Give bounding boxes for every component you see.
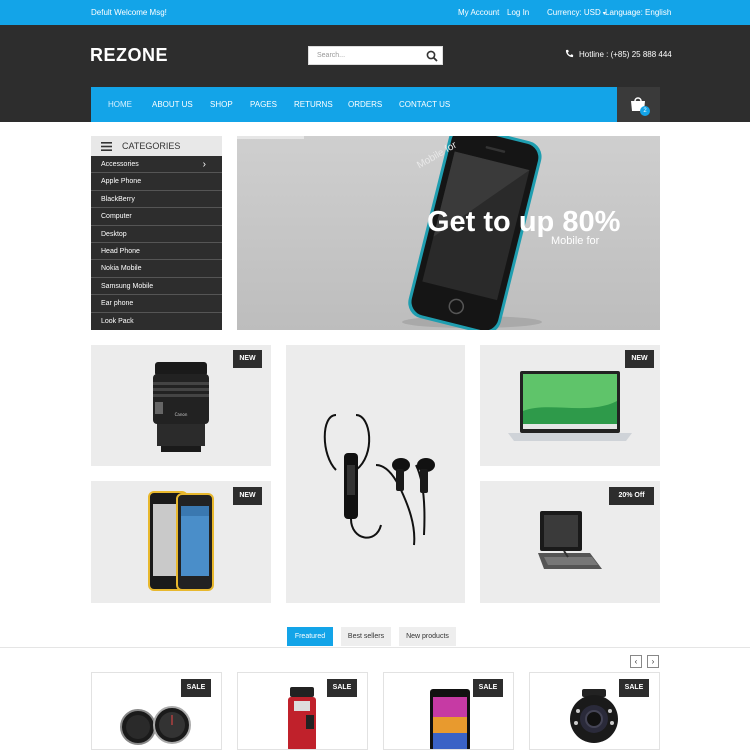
cart-count-badge: 2 — [640, 106, 650, 116]
category-label: Look Pack — [101, 317, 134, 325]
camera-lens-image: Canon — [153, 362, 209, 452]
nav-pages[interactable]: PAGES — [250, 100, 277, 109]
smartwatch-image — [120, 706, 191, 745]
phone-icon — [565, 49, 574, 58]
iphone-tile[interactable]: NEW — [91, 481, 271, 603]
category-computer[interactable]: Computer — [91, 208, 222, 226]
tablet-image — [538, 511, 602, 569]
new-badge: NEW — [233, 350, 262, 368]
hero-banner[interactable]: Mobile for Get to up 80% Mobile for — [237, 136, 660, 330]
language-selector[interactable]: Language: English — [605, 8, 671, 17]
menu-icon — [101, 142, 112, 151]
category-accessories[interactable]: Accessories › — [91, 156, 222, 174]
section-divider — [0, 647, 750, 648]
iphone-bumper-image — [148, 491, 214, 591]
category-label: Ear phone — [101, 300, 134, 308]
camera-lens-tile[interactable]: NEW Canon — [91, 345, 271, 466]
security-camera-image — [570, 689, 618, 743]
nav-orders[interactable]: ORDERS — [348, 100, 382, 109]
top-bar: Defult Welcome Msg! My Account Log In Cu… — [0, 0, 750, 25]
category-nokia-mobile[interactable]: Nokia Mobile — [91, 260, 222, 278]
main-nav: HOME ABOUT US SHOP PAGES RETURNS ORDERS … — [91, 87, 617, 122]
category-label: Desktop — [101, 230, 127, 238]
discount-badge: 20% Off — [609, 487, 654, 505]
laptop-image — [508, 371, 632, 441]
product-card-xperia-phone[interactable]: SALE — [383, 672, 514, 750]
category-blackberry[interactable]: BlackBerry — [91, 191, 222, 209]
category-label: Head Phone — [101, 248, 140, 255]
nav-about-us[interactable]: ABOUT US — [152, 100, 193, 109]
currency-label: Currency: USD — [547, 8, 601, 17]
hotline-text: Hotline : (+85) 25 888 444 — [579, 50, 672, 59]
earphones-image — [323, 414, 435, 546]
category-apple-phone[interactable]: Apple Phone — [91, 173, 222, 191]
sale-badge: SALE — [327, 679, 357, 697]
new-badge: NEW — [625, 350, 654, 368]
nav-shop[interactable]: SHOP — [210, 100, 233, 109]
nav-returns[interactable]: RETURNS — [294, 100, 333, 109]
category-samsung-mobile[interactable]: Samsung Mobile — [91, 278, 222, 296]
tablet-tile[interactable]: 20% Off — [480, 481, 660, 603]
site-logo[interactable]: REZONE — [90, 45, 168, 66]
nav-home[interactable]: HOME — [108, 100, 132, 109]
category-label: Computer — [101, 213, 132, 221]
product-card-coffee-maker[interactable]: SALE — [237, 672, 368, 750]
tab-best-sellers[interactable]: Best sellers — [341, 627, 391, 646]
chevron-left-icon: ‹ — [634, 657, 638, 666]
category-ear-phone[interactable]: Ear phone — [91, 295, 222, 313]
chevron-right-icon: › — [202, 159, 206, 170]
category-look-pack[interactable]: Look Pack — [91, 313, 222, 330]
categories-header[interactable]: CATEGORIES — [91, 136, 222, 156]
laptop-tile[interactable]: NEW — [480, 345, 660, 466]
categories-title: CATEGORIES — [122, 141, 181, 151]
smartphone-image — [430, 689, 470, 749]
welcome-message: Defult Welcome Msg! — [91, 8, 167, 17]
svg-text:Canon: Canon — [175, 412, 188, 417]
login-link[interactable]: Log In — [507, 8, 529, 17]
sale-badge: SALE — [181, 679, 211, 697]
hotline: Hotline : (+85) 25 888 444 — [565, 49, 672, 59]
product-card-smartwatch[interactable]: SALE — [91, 672, 222, 750]
search-icon[interactable] — [426, 50, 438, 62]
category-label: Apple Phone — [101, 178, 142, 186]
earphones-tile[interactable] — [286, 345, 465, 603]
currency-selector[interactable]: Currency: USD ▾ — [547, 8, 606, 17]
search-input[interactable]: Search... — [317, 52, 345, 59]
banner-tab — [237, 136, 304, 139]
category-label: BlackBerry — [101, 195, 135, 203]
coffee-maker-image — [288, 687, 316, 749]
chevron-right-icon: › — [651, 657, 655, 666]
category-label: Nokia Mobile — [101, 265, 142, 273]
new-badge: NEW — [233, 487, 262, 505]
category-desktop[interactable]: Desktop — [91, 226, 222, 243]
nav-contact-us[interactable]: CONTACT US — [399, 100, 450, 109]
my-account-link[interactable]: My Account — [458, 8, 499, 17]
search-box[interactable]: Search... — [308, 46, 443, 65]
categories-list: Accessories › Apple Phone BlackBerry Comp… — [91, 156, 222, 330]
site-header: REZONE Search... Hotline : (+85) 25 888 … — [0, 25, 750, 122]
product-card-ip-camera[interactable]: SALE — [529, 672, 660, 750]
cart-button[interactable]: 2 — [617, 87, 660, 122]
banner-subline: Mobile for — [551, 235, 600, 247]
carousel-prev-button[interactable]: ‹ — [630, 655, 642, 668]
category-head-phone[interactable]: Head Phone — [91, 243, 222, 261]
sale-badge: SALE — [473, 679, 503, 697]
tab-new-products[interactable]: New products — [399, 627, 456, 646]
carousel-next-button[interactable]: › — [647, 655, 659, 668]
tab-featured[interactable]: Freatured — [287, 627, 333, 646]
category-label: Samsung Mobile — [101, 282, 154, 290]
category-label: Accessories — [101, 161, 139, 168]
